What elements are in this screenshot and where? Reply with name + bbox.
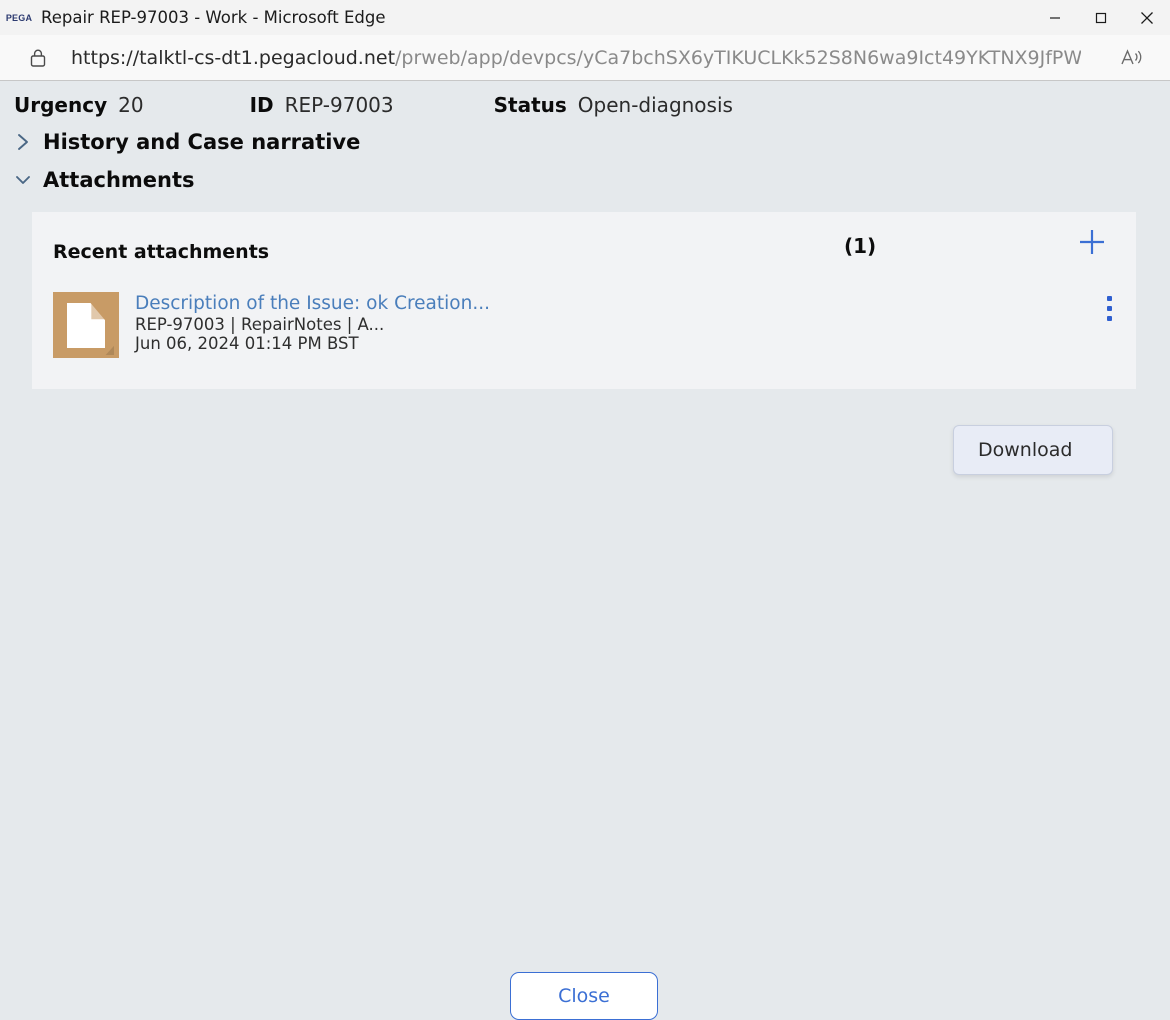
status-value: Open-diagnosis <box>578 93 733 117</box>
browser-title-bar: PEGA Repair REP-97003 - Work - Microsoft… <box>0 0 1170 35</box>
url-text[interactable]: https://talktl-cs-dt1.pegacloud.net/prwe… <box>71 47 1081 69</box>
urgency-label: Urgency <box>14 93 107 117</box>
attachment-list-item: Description of the Issue: ok Creation...… <box>32 272 1136 358</box>
url-domain: https://talktl-cs-dt1.pegacloud.net <box>71 47 395 69</box>
pega-favicon: PEGA <box>4 8 34 28</box>
read-aloud-icon[interactable] <box>1118 44 1146 72</box>
url-path: /prweb/app/devpcs/yCa7bchSX6yTIKUCLKk52S… <box>395 47 1081 69</box>
section-attachments[interactable]: Attachments <box>0 167 1170 193</box>
attachment-timestamp: Jun 06, 2024 01:14 PM BST <box>135 334 490 353</box>
section-history-and-case-narrative[interactable]: History and Case narrative <box>0 129 1170 155</box>
urgency-value: 20 <box>118 93 143 117</box>
minimize-button[interactable] <box>1032 0 1078 35</box>
id-field: ID REP-97003 <box>250 93 394 117</box>
lock-icon <box>25 45 51 71</box>
attachment-details: Description of the Issue: ok Creation...… <box>135 292 490 354</box>
window-controls <box>1032 0 1170 35</box>
attachment-more-actions-icon[interactable] <box>1091 290 1127 326</box>
recent-attachments-title: Recent attachments <box>53 241 269 263</box>
menu-item-download[interactable]: Download <box>954 439 1072 461</box>
maximize-button[interactable] <box>1078 0 1124 35</box>
id-value: REP-97003 <box>285 93 394 117</box>
id-label: ID <box>250 93 274 117</box>
browser-address-bar[interactable]: https://talktl-cs-dt1.pegacloud.net/prwe… <box>0 35 1170 81</box>
add-attachment-button[interactable] <box>1072 222 1112 262</box>
attachment-name-link[interactable]: Description of the Issue: ok Creation... <box>135 294 490 315</box>
attachment-source-meta: REP-97003 | RepairNotes | A... <box>135 315 490 334</box>
recent-attachments-card: Recent attachments (1) Description of th… <box>32 212 1136 389</box>
recent-attachments-header: Recent attachments (1) <box>32 212 1136 272</box>
urgency-field: Urgency 20 <box>14 93 144 117</box>
chevron-right-icon <box>10 129 36 155</box>
status-field: Status Open-diagnosis <box>494 93 733 117</box>
status-label: Status <box>494 93 567 117</box>
close-window-button[interactable] <box>1124 0 1170 35</box>
section-history-title: History and Case narrative <box>43 130 360 154</box>
section-attachments-title: Attachments <box>43 168 195 192</box>
window-title: Repair REP-97003 - Work - Microsoft Edge <box>41 8 386 27</box>
file-document-icon <box>53 292 119 358</box>
attachment-count-badge: (1) <box>844 234 876 258</box>
attachment-actions-menu: Download <box>953 425 1113 475</box>
chevron-down-icon <box>10 167 36 193</box>
case-summary-row: Urgency 20 ID REP-97003 Status Open-diag… <box>0 81 1170 117</box>
close-button[interactable]: Close <box>510 972 658 1020</box>
case-page: Urgency 20 ID REP-97003 Status Open-diag… <box>0 81 1170 916</box>
